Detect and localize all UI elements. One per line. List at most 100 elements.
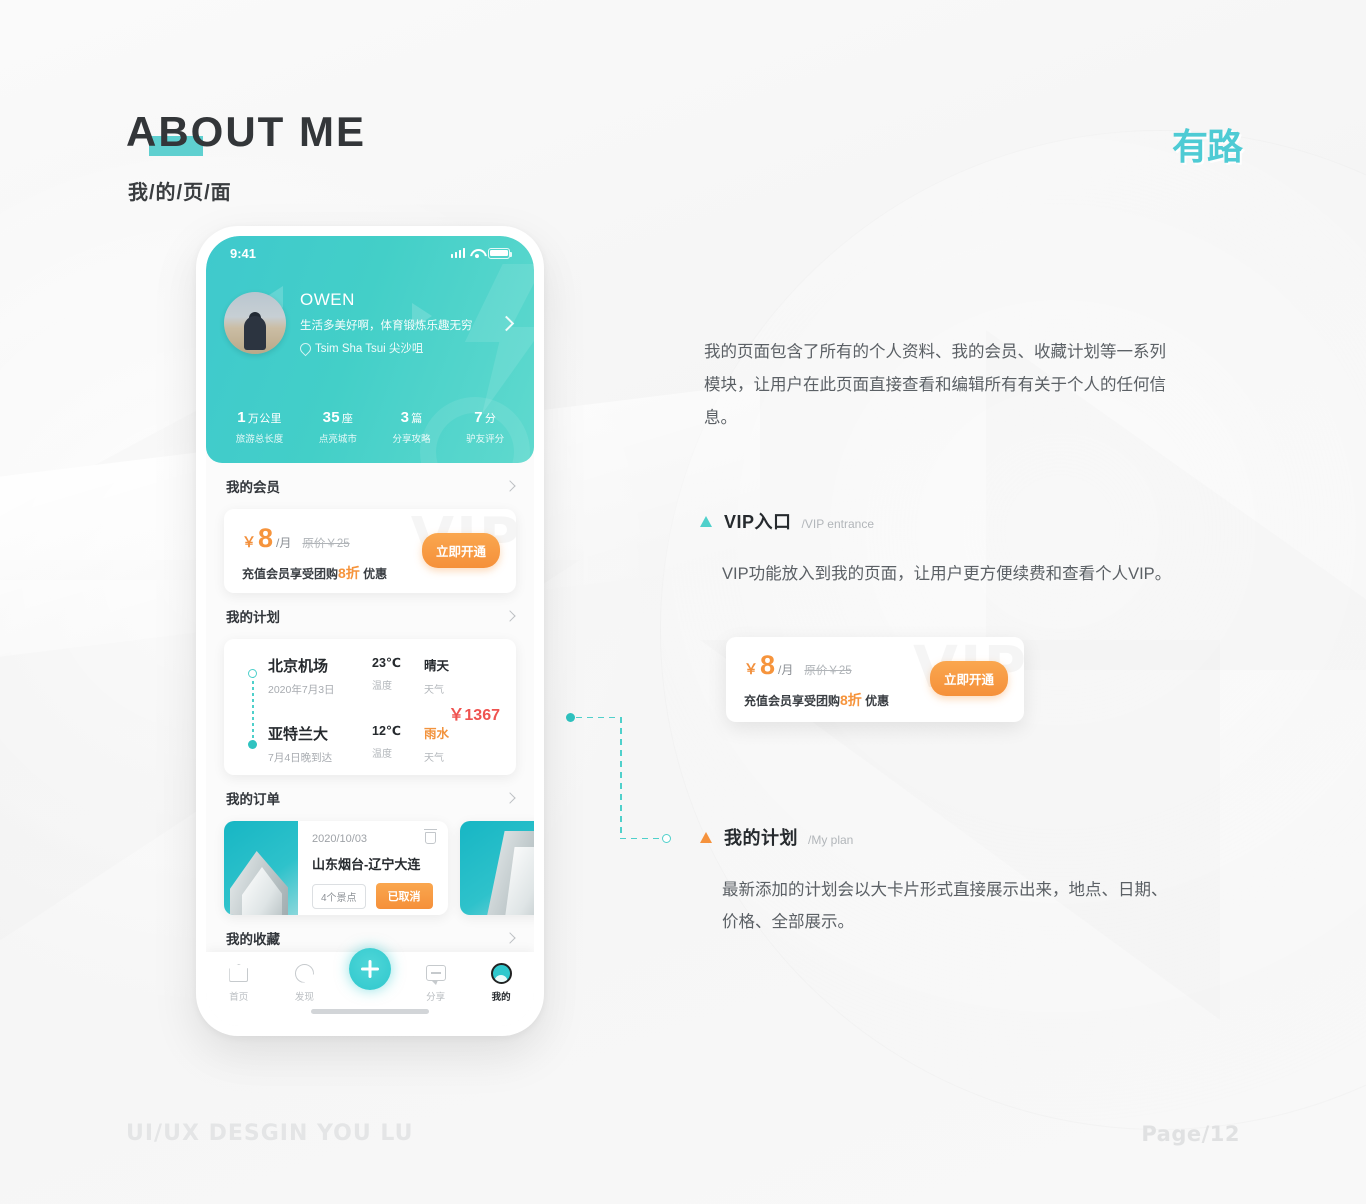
order-spots-badge: 4个景点 — [312, 883, 366, 909]
vip-subtitle-suffix: 优惠 — [363, 567, 388, 581]
tab-mine[interactable]: 我的 — [474, 960, 528, 1003]
location-pin-icon — [297, 340, 314, 356]
note-body: 最新添加的计划会以大卡片形式直接展示出来，地点、日期、价格、全部展示。 — [722, 881, 1168, 931]
profile-location-text: Tsim Sha Tsui 尖沙咀 — [315, 343, 424, 355]
page-title: ABOUT ME — [126, 108, 366, 155]
vip-card-zoom[interactable]: VIP ￥ 8 /月 原价￥25 充值会员享受团购8折 优惠 立即开通 — [726, 637, 1024, 722]
profile-row[interactable]: OWEN 生活多美好啊，体育锻炼乐趣无穷 Tsim Sha Tsui 尖沙咀 — [206, 290, 534, 356]
plan-temp-block: 12℃ 温度 — [372, 723, 424, 760]
plan-weather-value: 晴天 — [424, 659, 450, 673]
signal-icon — [450, 248, 465, 258]
tab-icon-wrap — [474, 960, 528, 986]
vip-price: 8 — [258, 523, 274, 553]
note-header: 我的计划 /My plan — [700, 824, 1172, 850]
stat-unit: 万公里 — [247, 413, 282, 425]
stat-label: 点亮城市 — [318, 434, 357, 445]
delete-icon[interactable] — [424, 829, 437, 844]
chevron-right-icon[interactable] — [504, 480, 516, 492]
note-subtitle: /My plan — [808, 833, 854, 847]
vip-card[interactable]: VIP ￥ 8 /月 原价￥25 充值会员享受团购8折 优惠 立即开通 — [224, 509, 516, 593]
stat-number: 7 — [474, 409, 483, 426]
stat-value: 35 座 — [319, 409, 357, 426]
stat-item: 35 座 点亮城市 — [319, 409, 357, 445]
footer-credit: UI/UX DESGIN YOU LU — [126, 1121, 414, 1146]
section-header-order[interactable]: 我的订单 — [206, 775, 534, 821]
plan-weather-block: 雨水 天气 — [424, 723, 476, 764]
connector-end-dot — [662, 834, 671, 843]
tab-label: 分享 — [426, 992, 446, 1003]
page-subtitle: 我/的/页/面 — [128, 182, 232, 204]
slide-root: ABOUT ME 我/的/页/面 有路 9:41 OWEN 生活多美好啊，体育锻… — [0, 0, 1366, 1204]
brand-logo: 有路 — [1171, 127, 1243, 168]
wifi-icon — [470, 248, 483, 258]
tab-share[interactable]: 分享 — [409, 960, 463, 1003]
order-tags: 4个景点 已取消 — [312, 883, 436, 909]
vip-subscribe-button[interactable]: 立即开通 — [421, 533, 500, 568]
vip-subscribe-button[interactable]: 立即开通 — [929, 661, 1008, 696]
plan-price: ￥1367 — [448, 707, 500, 724]
stats-row: 1 万公里 旅游总长度 35 座 点亮城市 3篇 分享攻略 7 分 驴友评分 — [206, 409, 534, 445]
order-status-badge: 已取消 — [375, 883, 433, 909]
section-header-plan[interactable]: 我的计划 — [206, 593, 534, 639]
stat-value: 1 万公里 — [236, 409, 284, 426]
avatar-body — [244, 316, 266, 350]
vip-discount: 8折 — [338, 565, 360, 581]
connector-start-dot — [566, 713, 575, 722]
order-list: 2020/10/03 山东烟台-辽宁大连 4个景点 已取消 — [206, 821, 534, 915]
stat-unit: 篇 — [411, 413, 423, 425]
connector-segment-vertical — [620, 717, 622, 839]
triangle-bullet-icon — [700, 515, 712, 527]
order-card[interactable]: 2020/10/03 山东烟台-辽宁大连 4个景点 已取消 — [224, 821, 448, 915]
chevron-right-icon[interactable] — [504, 610, 516, 622]
background-circle-right — [660, 130, 1366, 1130]
status-bar: 9:41 — [206, 236, 534, 270]
stat-number: 35 — [322, 409, 340, 426]
note-subtitle: /VIP entrance — [801, 517, 875, 531]
plan-card[interactable]: 北京机场 2020年7月3日 23℃ 温度 晴天 天气 亚特兰大 7月4日晚到达… — [224, 639, 516, 775]
tab-discover[interactable]: 发现 — [277, 960, 331, 1003]
tab-add[interactable] — [343, 948, 397, 990]
section-title-favorite: 我的收藏 — [226, 932, 280, 947]
order-card-next[interactable] — [460, 821, 534, 915]
phone-screen: 9:41 OWEN 生活多美好啊，体育锻炼乐趣无穷 Tsim Sha Tsui … — [206, 236, 534, 1026]
status-time: 9:41 — [230, 245, 257, 261]
note-body: VIP功能放入到我的页面，让用户更方便续费和查看个人VIP。 — [722, 565, 1172, 583]
tab-label: 发现 — [294, 992, 314, 1003]
tab-label: 我的 — [491, 992, 511, 1003]
plan-weather-block: 晴天 天气 — [424, 655, 476, 696]
plan-date: 2020年7月3日 — [268, 684, 335, 696]
note-my-plan: 我的计划 /My plan 最新添加的计划会以大卡片形式直接展示出来，地点、日期… — [700, 824, 1172, 938]
plan-temp-value: 23℃ — [372, 656, 402, 670]
search-icon — [294, 963, 314, 983]
stat-value: 7分 — [466, 409, 504, 426]
plan-temp-label: 温度 — [372, 749, 392, 760]
plus-icon[interactable] — [348, 948, 391, 990]
plan-leg-arrival: 亚特兰大 7月4日晚到达 12℃ 温度 雨水 天气 — [238, 723, 502, 765]
tab-home[interactable]: 首页 — [212, 960, 266, 1003]
chevron-right-icon[interactable] — [504, 792, 516, 804]
plan-city: 北京机场 — [268, 658, 329, 675]
section-header-member[interactable]: 我的会员 — [206, 463, 534, 509]
note-header: VIP入口 /VIP entrance — [700, 508, 1172, 534]
stat-label: 旅游总长度 — [235, 434, 284, 445]
vip-period: /月 — [778, 663, 794, 677]
plan-weather-label: 天气 — [424, 685, 444, 696]
home-icon — [229, 964, 249, 982]
chevron-right-icon[interactable] — [504, 932, 516, 944]
profile-chevron-right-icon[interactable] — [498, 315, 515, 331]
stat-value: 3篇 — [393, 409, 431, 426]
plan-date: 7月4日晚到达 — [268, 752, 333, 764]
timeline-dot-start-icon — [248, 669, 257, 678]
profile-header: 9:41 OWEN 生活多美好啊，体育锻炼乐趣无穷 Tsim Sha Tsui … — [206, 236, 534, 463]
currency-symbol: ￥ — [744, 661, 758, 677]
connector-segment-horizontal-bottom — [620, 837, 664, 840]
tab-icon-wrap — [212, 960, 266, 986]
vip-original-price: 原价￥25 — [302, 538, 350, 550]
profile-name: OWEN — [300, 290, 355, 309]
profile-bio: 生活多美好啊，体育锻炼乐趣无穷 — [300, 320, 473, 332]
plan-timeline — [248, 669, 257, 749]
chat-icon — [425, 965, 446, 985]
vip-discount: 8折 — [840, 692, 862, 708]
avatar[interactable] — [224, 292, 286, 354]
section-title-member: 我的会员 — [226, 480, 280, 495]
